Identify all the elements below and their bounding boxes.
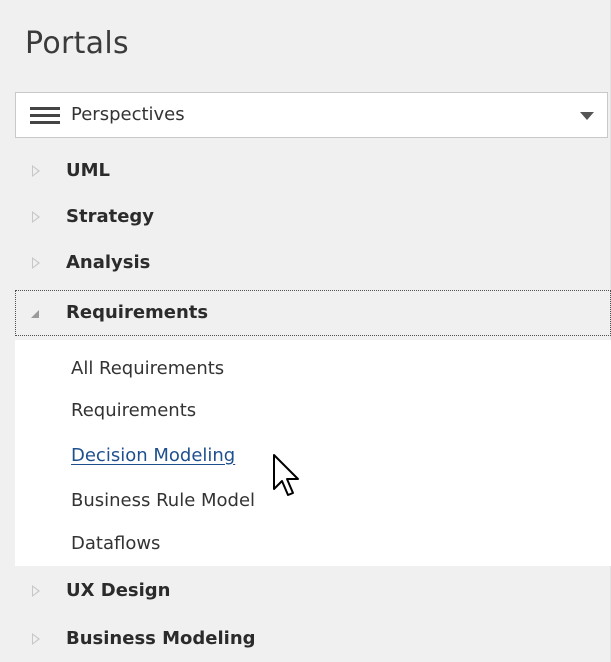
collapse-arrow-icon[interactable] xyxy=(31,310,39,318)
tree-node-ux-design[interactable]: UX Design xyxy=(15,568,611,614)
requirements-children: All Requirements Requirements Decision M… xyxy=(15,340,611,566)
list-item-requirements[interactable]: Requirements xyxy=(71,400,196,421)
list-item-dataflows[interactable]: Dataflows xyxy=(71,533,160,554)
portals-panel: Portals Perspectives UML Strategy Analys… xyxy=(0,0,611,662)
perspectives-dropdown[interactable]: Perspectives xyxy=(15,92,608,138)
tree-node-label: Business Modeling xyxy=(66,628,256,649)
tree-node-uml[interactable]: UML xyxy=(15,148,611,194)
tree-node-label: Strategy xyxy=(66,206,155,227)
mouse-pointer-icon xyxy=(273,454,299,496)
tree-node-analysis[interactable]: Analysis xyxy=(15,240,611,286)
list-item-business-rule-model[interactable]: Business Rule Model xyxy=(71,490,255,511)
tree-node-strategy[interactable]: Strategy xyxy=(15,194,611,240)
panel-title: Portals xyxy=(25,26,129,61)
list-item-all-requirements[interactable]: All Requirements xyxy=(71,358,224,379)
expand-arrow-icon[interactable] xyxy=(32,165,40,177)
expand-arrow-icon[interactable] xyxy=(32,633,40,645)
tree-node-requirements[interactable]: Requirements xyxy=(15,290,611,336)
caret-down-icon xyxy=(580,112,594,120)
tree-node-business-modeling[interactable]: Business Modeling xyxy=(15,616,611,662)
expand-arrow-icon[interactable] xyxy=(32,585,40,597)
list-item-decision-modeling[interactable]: Decision Modeling xyxy=(71,445,235,466)
expand-arrow-icon[interactable] xyxy=(32,257,40,269)
tree-node-label: Requirements xyxy=(66,302,209,323)
tree-node-label: Analysis xyxy=(66,252,151,273)
tree-node-label: UML xyxy=(66,160,110,181)
hamburger-menu-icon xyxy=(30,106,60,126)
tree-node-label: UX Design xyxy=(66,580,171,601)
perspectives-dropdown-value: Perspectives xyxy=(71,104,185,125)
expand-arrow-icon[interactable] xyxy=(32,211,40,223)
